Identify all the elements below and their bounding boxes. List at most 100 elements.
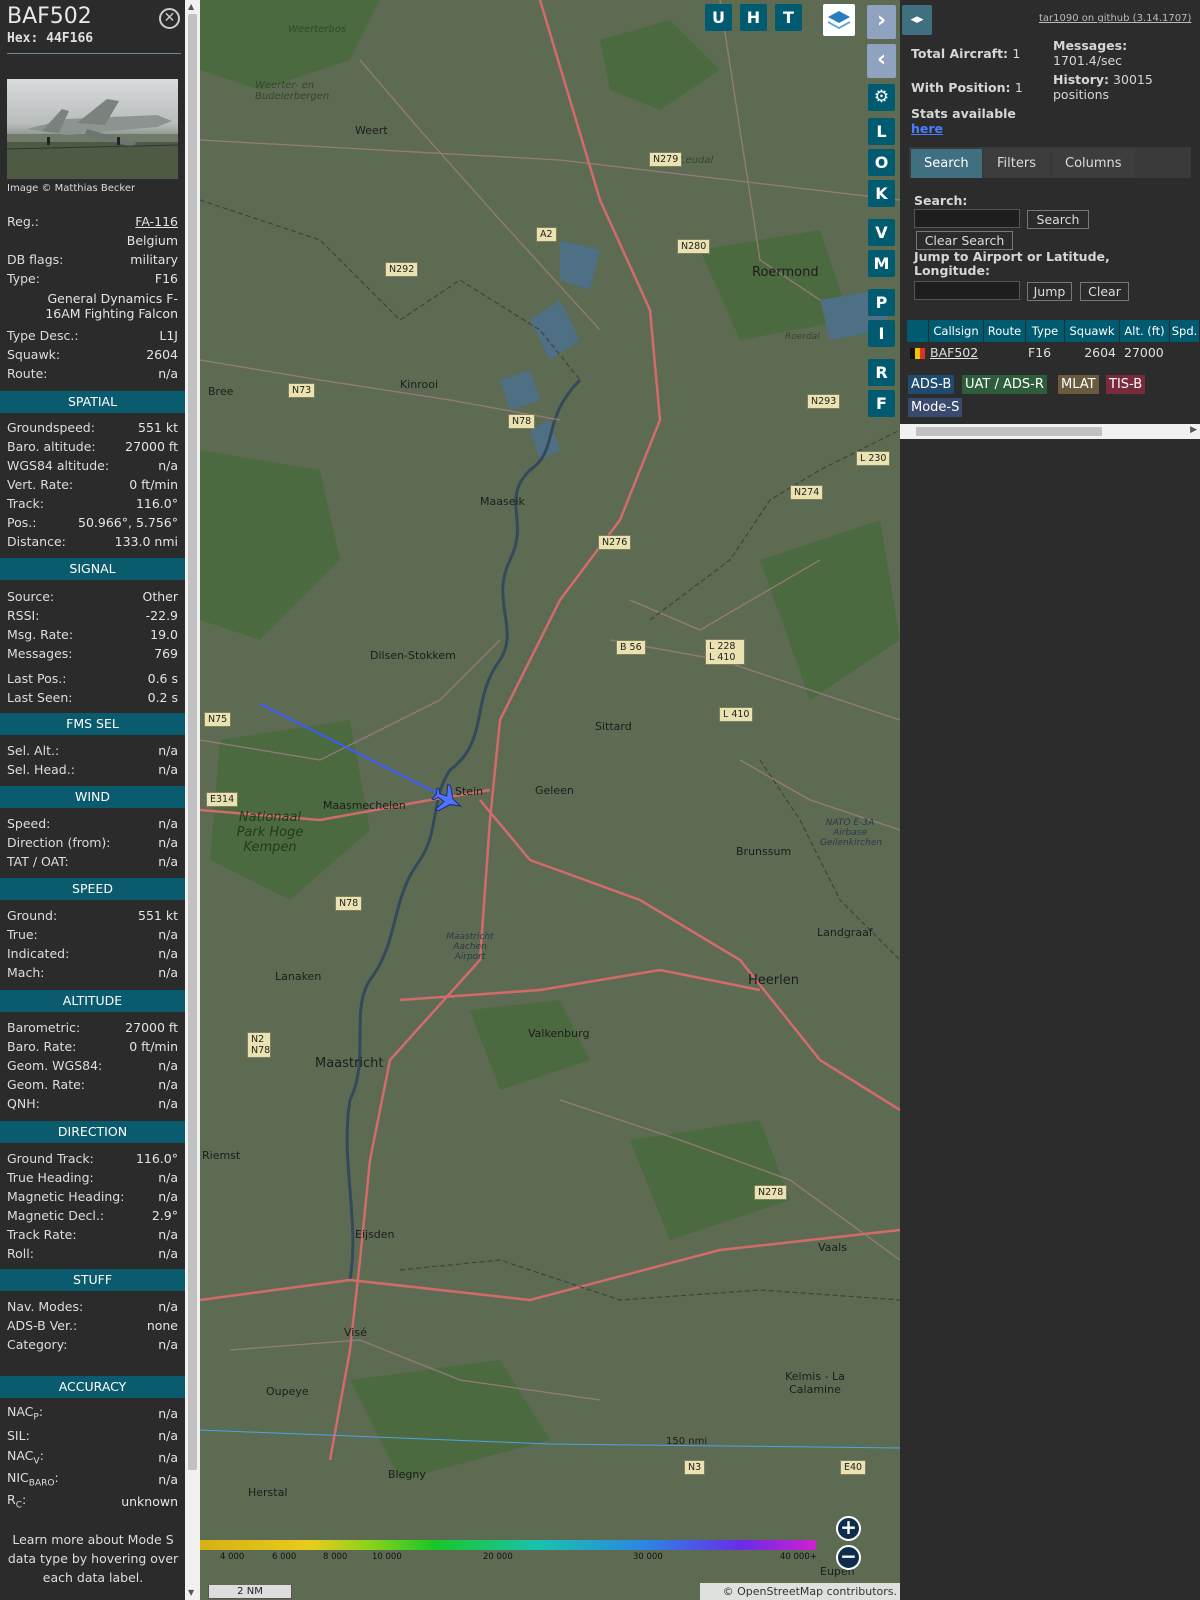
road-shield: E40: [840, 1460, 867, 1475]
chevron-right-icon[interactable]: ›: [867, 5, 896, 39]
jump-input[interactable]: [914, 281, 1020, 300]
road-shield: N78: [508, 414, 536, 429]
tab-search[interactable]: Search: [911, 149, 982, 178]
legend-tag-uat: UAT / ADS-R: [962, 375, 1047, 394]
info-label: QNH:: [7, 1096, 40, 1111]
table-header-speed[interactable]: Spd.: [1170, 320, 1200, 342]
map-button-t[interactable]: T: [775, 4, 802, 31]
map-button-p[interactable]: P: [868, 289, 895, 316]
town-label: Blegny: [388, 1468, 426, 1481]
map-button-r[interactable]: R: [868, 359, 895, 386]
table-header-type[interactable]: Type: [1026, 320, 1065, 342]
f16-photo-image: [7, 99, 178, 179]
table-header-altitude[interactable]: Alt. (ft): [1120, 320, 1170, 342]
airport-label: Maastricht Aachen Airport: [446, 932, 494, 962]
info-value: n/a: [158, 1096, 178, 1111]
zoom-out-icon[interactable]: −: [836, 1545, 861, 1570]
stats-link[interactable]: here: [911, 121, 943, 136]
info-row: Last Pos.: 0.6 s: [7, 669, 178, 688]
scroll-right-icon[interactable]: ▶: [1190, 425, 1197, 435]
tab-filters[interactable]: Filters: [984, 149, 1049, 178]
clear-button[interactable]: Clear: [1080, 282, 1129, 301]
info-label: Source:: [7, 589, 55, 604]
info-row: Ground Track: 116.0°: [7, 1149, 178, 1168]
info-row: Sel. Alt.: n/a: [7, 741, 178, 760]
info-row: Ground: 551 kt: [7, 906, 178, 925]
map-button-u[interactable]: U: [705, 4, 732, 31]
info-row: Track Rate: n/a: [7, 1225, 178, 1244]
info-value: 551 kt: [138, 908, 178, 923]
legend-tag-adsb: ADS-B: [908, 375, 955, 394]
zoom-in-icon[interactable]: +: [836, 1516, 861, 1541]
table-header-callsign[interactable]: Callsign: [929, 320, 984, 342]
scrollbar-thumb[interactable]: [188, 14, 197, 1470]
town-label: Maasmechelen: [323, 799, 406, 812]
info-value: n/a: [158, 366, 178, 381]
search-button[interactable]: Search: [1027, 210, 1089, 229]
info-value: n/a: [158, 1450, 178, 1465]
scroll-up-icon[interactable]: ▲: [188, 2, 194, 11]
table-horizontal-scrollbar[interactable]: ▶: [900, 424, 1200, 439]
clear-search-button[interactable]: Clear Search: [916, 231, 1013, 250]
info-row: Direction (from): n/a: [7, 833, 178, 852]
selected-hex: Hex: 44F166: [7, 31, 94, 46]
section-header-accuracy: ACCURACY: [0, 1376, 185, 1398]
area-label: Leudal: [680, 155, 714, 166]
scroll-down-icon[interactable]: ▼: [188, 1588, 194, 1597]
info-label: Last Pos.:: [7, 671, 67, 686]
info-value: 116.0°: [135, 1151, 178, 1166]
info-label: RSSI:: [7, 608, 40, 623]
info-value: n/a: [158, 1428, 178, 1443]
info-row: True: n/a: [7, 925, 178, 944]
road-shield: B 56: [616, 640, 646, 655]
info-label: TAT / OAT:: [7, 854, 69, 869]
town-label: Stein: [455, 785, 484, 798]
info-value: n/a: [158, 1337, 178, 1352]
map-button-l[interactable]: L: [868, 118, 895, 145]
map-button-k[interactable]: K: [868, 180, 895, 207]
info-label: Route:: [7, 366, 48, 381]
info-row: Track: 116.0°: [7, 494, 178, 513]
info-row: Msg. Rate: 19.0: [7, 625, 178, 644]
aircraft-photo[interactable]: [7, 79, 178, 179]
jump-button[interactable]: Jump: [1027, 282, 1072, 301]
map-button-f[interactable]: F: [868, 390, 895, 417]
scrollbar-thumb[interactable]: [916, 427, 1102, 436]
tab-columns[interactable]: Columns: [1052, 149, 1135, 178]
road-shield: N279: [649, 152, 683, 167]
road-shield: N276: [598, 535, 632, 550]
area-label: Roerdal: [785, 332, 820, 342]
chevron-left-icon[interactable]: ‹: [867, 44, 896, 78]
town-label: Maastricht: [315, 1056, 384, 1071]
airport-label: NATO E-3A Airbase Geilenkirchen: [820, 818, 883, 848]
map-button-v[interactable]: V: [868, 219, 895, 246]
map-button-m[interactable]: M: [868, 250, 895, 277]
sidebar-scrollbar[interactable]: ▲ ▼: [185, 0, 200, 1600]
table-header-route[interactable]: Route: [984, 320, 1026, 342]
map-button-i[interactable]: I: [868, 320, 895, 347]
legend-tag-modes: Mode-S: [908, 398, 963, 417]
road-shield: N78: [335, 896, 363, 911]
map-button-o[interactable]: O: [868, 149, 895, 176]
info-row: Roll: n/a: [7, 1244, 178, 1263]
search-input[interactable]: [914, 209, 1020, 228]
info-row: TAT / OAT: n/a: [7, 852, 178, 871]
info-row: NICBARO: n/a: [7, 1470, 178, 1489]
expand-panel-icon[interactable]: ◂▸: [902, 5, 932, 35]
legend-tag-mlat: MLAT: [1058, 375, 1099, 394]
info-value: 551 kt: [138, 420, 178, 435]
settings-gear-icon[interactable]: ⚙: [868, 84, 895, 111]
info-label: Direction (from):: [7, 835, 111, 850]
row-callsign[interactable]: BAF502: [930, 344, 978, 362]
table-header-squawk[interactable]: Squawk: [1065, 320, 1120, 342]
info-row: Groundspeed: 551 kt: [7, 418, 178, 437]
altitude-legend-tick: 8 000: [323, 1552, 348, 1562]
map-button-h[interactable]: H: [740, 4, 767, 31]
layers-icon[interactable]: [823, 4, 855, 36]
close-icon[interactable]: ✕: [159, 8, 180, 29]
info-label: Type:: [7, 271, 40, 286]
info-label: Baro. Rate:: [7, 1039, 77, 1054]
map-view[interactable]: Weert Roermond Kinrooi Bree Maaseik Dils…: [200, 0, 900, 1600]
info-value[interactable]: FA-116: [135, 214, 178, 229]
github-link[interactable]: tar1090 on github (3.14.1707): [1039, 13, 1191, 24]
